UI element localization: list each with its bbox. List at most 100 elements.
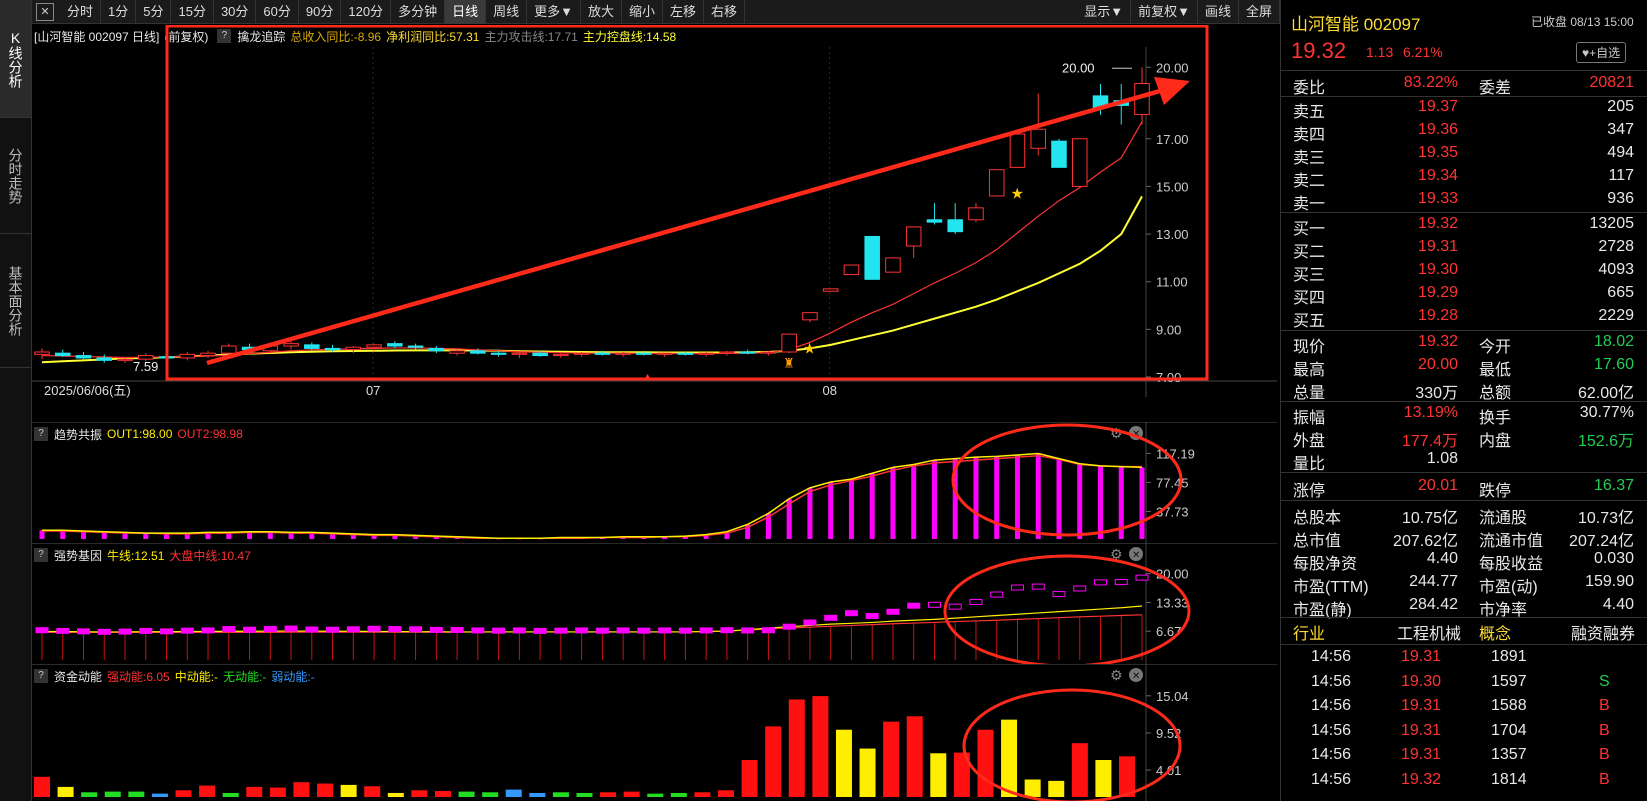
stat-row: 总量 330万 总额 62.00亿 (1281, 377, 1647, 402)
candle-body (864, 235, 880, 280)
order-book-row: 买三 19.30 4093 (1281, 259, 1647, 284)
candle[interactable] (1009, 133, 1026, 168)
period-button[interactable]: 15分 (171, 0, 214, 24)
candle[interactable] (1051, 138, 1067, 168)
energy-bar (387, 792, 404, 797)
candle[interactable] (822, 288, 839, 292)
period-button[interactable]: 左移 (663, 0, 705, 24)
order-book-row: 卖一 19.33 936 (1281, 188, 1647, 213)
energy-bar (788, 699, 805, 797)
order-book-row: 卖三 19.35 494 (1281, 142, 1647, 167)
order-price[interactable]: 19.36 (1418, 121, 1458, 139)
candle-body (1009, 133, 1026, 168)
energy-bar (930, 753, 947, 797)
gene-mark (969, 598, 983, 605)
tab-kline[interactable]: K线分析 (0, 0, 31, 118)
gene-mark (160, 628, 174, 635)
gene-mark (741, 627, 755, 634)
high-price-label: 20.00 (1062, 60, 1095, 75)
period-button[interactable]: 右移 (704, 0, 746, 24)
y-tick-label: 13.00 (1156, 227, 1189, 242)
order-price[interactable]: 19.30 (1418, 261, 1458, 279)
left-nav: K线分析 分时走势 基本面分析 (0, 0, 32, 801)
period-button[interactable]: 1分 (101, 0, 137, 24)
gear-icon[interactable]: ⚙ (1110, 667, 1123, 683)
energy-bar (694, 792, 711, 797)
energy-bar (269, 787, 286, 797)
tab-intraday[interactable]: 分时走势 (0, 118, 31, 234)
kline-chart[interactable]: 20.0017.0015.0013.0011.009.007.00★★♜20.0… (32, 25, 1277, 420)
tick-row: 14:56 19.31 1891 (1281, 646, 1647, 670)
period-button[interactable]: 周线 (486, 0, 528, 24)
x-tick-label: 08 (823, 383, 837, 398)
gene-chart[interactable]: 20.0013.336.67⚙ ✕ (32, 543, 1277, 664)
candle[interactable] (988, 169, 1005, 197)
order-book-row: 卖五 19.37 205 (1281, 96, 1647, 121)
order-price[interactable]: 19.35 (1418, 144, 1458, 162)
candle-body (573, 352, 590, 355)
energy-bar (576, 792, 593, 797)
trend-chart[interactable]: 117.1977.4537.73⚙ ✕ (32, 422, 1277, 543)
energy-bar (552, 792, 569, 797)
tick-side: B (1599, 746, 1610, 763)
period-button[interactable]: 60分 (256, 0, 299, 24)
period-button[interactable]: 日线 (445, 0, 487, 24)
y-tick-label: 15.00 (1156, 179, 1189, 194)
toolbar-right-button[interactable]: 全屏 (1239, 0, 1280, 24)
order-volume: 936 (1607, 190, 1634, 207)
gene-mark (658, 627, 672, 634)
toolbar-right-button[interactable]: 显示▼ (1077, 0, 1132, 24)
period-button[interactable]: 更多▼ (527, 0, 581, 24)
order-price[interactable]: 19.37 (1418, 98, 1458, 116)
order-price[interactable]: 19.34 (1418, 167, 1458, 185)
price-row: 19.32 1.13 6.21% ♥+自选 (1281, 38, 1647, 68)
gene-mark (222, 626, 236, 633)
order-price[interactable]: 19.31 (1418, 238, 1458, 256)
period-button[interactable]: 放大 (581, 0, 622, 24)
period-button[interactable]: 缩小 (622, 0, 664, 24)
tags-row: 行业 工程机械 概念 融资融券 (1281, 618, 1647, 644)
candle-body (822, 288, 839, 292)
x-tick-label: 07 (366, 383, 380, 398)
candle[interactable] (864, 235, 880, 280)
y-tick-label: 11.00 (1156, 275, 1188, 290)
tab-fundamental[interactable]: 基本面分析 (0, 234, 31, 368)
order-book-row: 卖四 19.36 347 (1281, 119, 1647, 144)
gene-mark (512, 627, 526, 634)
candle[interactable] (781, 333, 797, 354)
y-tick-label: 9.00 (1156, 322, 1181, 337)
gear-icon[interactable]: ⚙ (1110, 425, 1123, 441)
candle[interactable] (843, 264, 860, 276)
concept-label[interactable]: 概念 (1479, 620, 1511, 644)
stock-name: 山河智能 002097 (1291, 15, 1421, 34)
period-button[interactable]: 90分 (299, 0, 342, 24)
gene-mark (1093, 579, 1107, 586)
candle-body (221, 345, 237, 354)
period-button[interactable]: 分时 (60, 0, 102, 24)
order-price[interactable]: 19.32 (1418, 215, 1458, 233)
toolbar-right-buttons: 显示▼ 前复权▼ 画线 全屏 (1077, 0, 1280, 24)
industry-value[interactable]: 工程机械 (1397, 620, 1461, 644)
candle-body (905, 226, 922, 247)
close-icon[interactable]: ✕ (36, 2, 54, 21)
toolbar-right-button[interactable]: 画线 (1198, 0, 1239, 24)
candle[interactable] (1071, 138, 1088, 188)
order-price[interactable]: 19.29 (1418, 284, 1458, 302)
period-button[interactable]: 多分钟 (391, 0, 446, 24)
separator (1281, 500, 1647, 501)
energy-chart[interactable]: 15.049.524.01⚙ ✕ (32, 664, 1277, 801)
margin-tag[interactable]: 融资融券 (1571, 620, 1635, 644)
candle[interactable] (885, 257, 901, 273)
energy-bar (529, 792, 546, 797)
stat-value: 18.02 (1593, 333, 1634, 350)
trend-bar (1077, 463, 1083, 539)
toolbar-right-button[interactable]: 前复权▼ (1131, 0, 1198, 24)
stock-header: 山河智能 002097 已收盘 08/13 15:00 (1281, 8, 1647, 34)
candle-body (304, 344, 320, 349)
add-favorite-button[interactable]: ♥+自选 (1576, 42, 1627, 63)
period-button[interactable]: 120分 (341, 0, 392, 24)
order-price[interactable]: 19.28 (1418, 307, 1458, 325)
period-button[interactable]: 5分 (136, 0, 172, 24)
period-button[interactable]: 30分 (214, 0, 257, 24)
order-price[interactable]: 19.33 (1418, 190, 1458, 208)
